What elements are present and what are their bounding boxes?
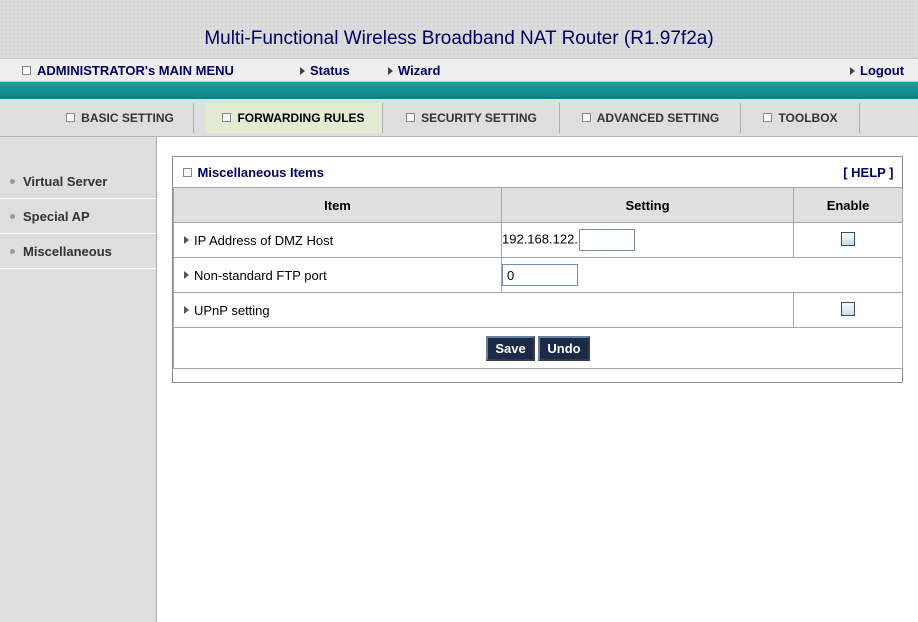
square-bullet-icon — [581, 113, 591, 123]
ftp-label: Non-standard FTP port — [194, 267, 327, 283]
table-row: IP Address of DMZ Host 192.168.122. — [173, 222, 904, 258]
header-banner: Multi-Functional Wireless Broadband NAT … — [0, 0, 918, 58]
square-bullet-icon — [182, 167, 192, 177]
miscellaneous-panel: Miscellaneous Items [ HELP ] Item Settin… — [172, 156, 904, 383]
ftp-item-cell: Non-standard FTP port — [173, 257, 502, 293]
ftp-port-input[interactable] — [502, 264, 578, 286]
square-bullet-icon — [763, 113, 773, 123]
tab-label: FORWARDING RULES — [237, 111, 365, 125]
page-title: Multi-Functional Wireless Broadband NAT … — [204, 28, 714, 49]
square-bullet-icon — [222, 113, 232, 123]
button-cell: Save Undo — [172, 327, 904, 369]
help-link[interactable]: [ HELP ] — [843, 165, 893, 180]
dmz-ip-last-octet-input[interactable] — [578, 229, 635, 251]
square-bullet-icon — [22, 66, 31, 76]
logout-label: Logout — [860, 63, 905, 78]
panel-title-text: Miscellaneous Items — [197, 164, 324, 180]
dmz-item-cell: IP Address of DMZ Host — [173, 222, 502, 258]
button-row: Save Undo — [172, 327, 904, 369]
dmz-setting-cell: 192.168.122. — [501, 222, 794, 258]
tab-advanced-setting[interactable]: ADVANCED SETTING — [561, 103, 741, 133]
accent-bar — [0, 82, 918, 99]
panel-header: Miscellaneous Items [ HELP ] — [173, 157, 903, 188]
sidebar-item-virtual-server[interactable]: Virtual Server — [0, 165, 156, 199]
tab-bar: BASIC SETTING FORWARDING RULES SECURITY … — [0, 99, 918, 137]
status-link[interactable]: Status — [300, 63, 350, 78]
admin-main-menu-label: ADMINISTRATOR's MAIN MENU — [37, 63, 234, 78]
save-button[interactable]: Save — [486, 335, 535, 361]
bullet-dot-icon — [10, 249, 15, 255]
undo-button[interactable]: Undo — [538, 335, 590, 361]
triangle-right-icon — [184, 271, 189, 280]
triangle-right-icon — [300, 66, 305, 75]
tab-label: ADVANCED SETTING — [596, 111, 720, 125]
tab-security-setting[interactable]: SECURITY SETTING — [384, 103, 560, 133]
square-bullet-icon — [66, 113, 76, 123]
triangle-right-icon — [850, 66, 855, 75]
upnp-item-cell: UPnP setting — [173, 292, 794, 328]
upnp-label: UPnP setting — [194, 302, 270, 318]
table-row: Non-standard FTP port — [173, 257, 904, 293]
bullet-dot-icon — [10, 179, 15, 185]
ftp-setting-cell — [500, 257, 904, 293]
column-header-setting: Setting — [501, 187, 794, 223]
upnp-enable-cell — [792, 292, 904, 328]
sidebar-item-label: Special AP — [23, 209, 90, 224]
upnp-enable-checkbox[interactable] — [841, 301, 855, 316]
logout-link[interactable]: Logout — [850, 63, 904, 78]
tab-toolbox[interactable]: TOOLBOX — [742, 103, 860, 133]
sidebar-item-miscellaneous[interactable]: Miscellaneous — [0, 235, 156, 269]
table-header-row: Item Setting Enable — [173, 187, 904, 223]
triangle-right-icon — [184, 306, 189, 315]
sidebar: Virtual Server Special AP Miscellaneous — [0, 137, 157, 622]
panel-title: Miscellaneous Items — [174, 165, 324, 180]
dmz-ip-prefix: 192.168.122. — [502, 231, 578, 247]
sidebar-item-special-ap[interactable]: Special AP — [0, 200, 156, 234]
square-bullet-icon — [406, 113, 416, 123]
main-menubar: ADMINISTRATOR's MAIN MENU Status Wizard … — [0, 58, 918, 82]
wizard-link[interactable]: Wizard — [388, 63, 441, 78]
dmz-enable-cell — [792, 222, 904, 258]
column-header-enable: Enable — [792, 187, 904, 223]
tab-label: TOOLBOX — [778, 111, 838, 125]
dmz-enable-checkbox[interactable] — [841, 231, 855, 246]
tab-basic-setting[interactable]: BASIC SETTING — [47, 103, 194, 133]
tab-label: BASIC SETTING — [81, 111, 174, 125]
admin-main-menu-link[interactable]: ADMINISTRATOR's MAIN MENU — [22, 63, 234, 78]
triangle-right-icon — [184, 236, 189, 245]
triangle-right-icon — [388, 66, 393, 75]
column-header-item: Item — [173, 187, 502, 223]
settings-table: Miscellaneous Items [ HELP ] Item Settin… — [172, 157, 904, 369]
sidebar-item-label: Virtual Server — [23, 174, 108, 189]
sidebar-item-label: Miscellaneous — [23, 244, 112, 259]
tab-label: SECURITY SETTING — [421, 111, 537, 125]
table-row: UPnP setting — [173, 292, 904, 328]
status-label: Status — [310, 63, 350, 78]
bullet-dot-icon — [10, 214, 15, 220]
dmz-label: IP Address of DMZ Host — [194, 232, 334, 248]
wizard-label: Wizard — [398, 63, 441, 78]
tab-forwarding-rules[interactable]: FORWARDING RULES — [205, 103, 383, 133]
